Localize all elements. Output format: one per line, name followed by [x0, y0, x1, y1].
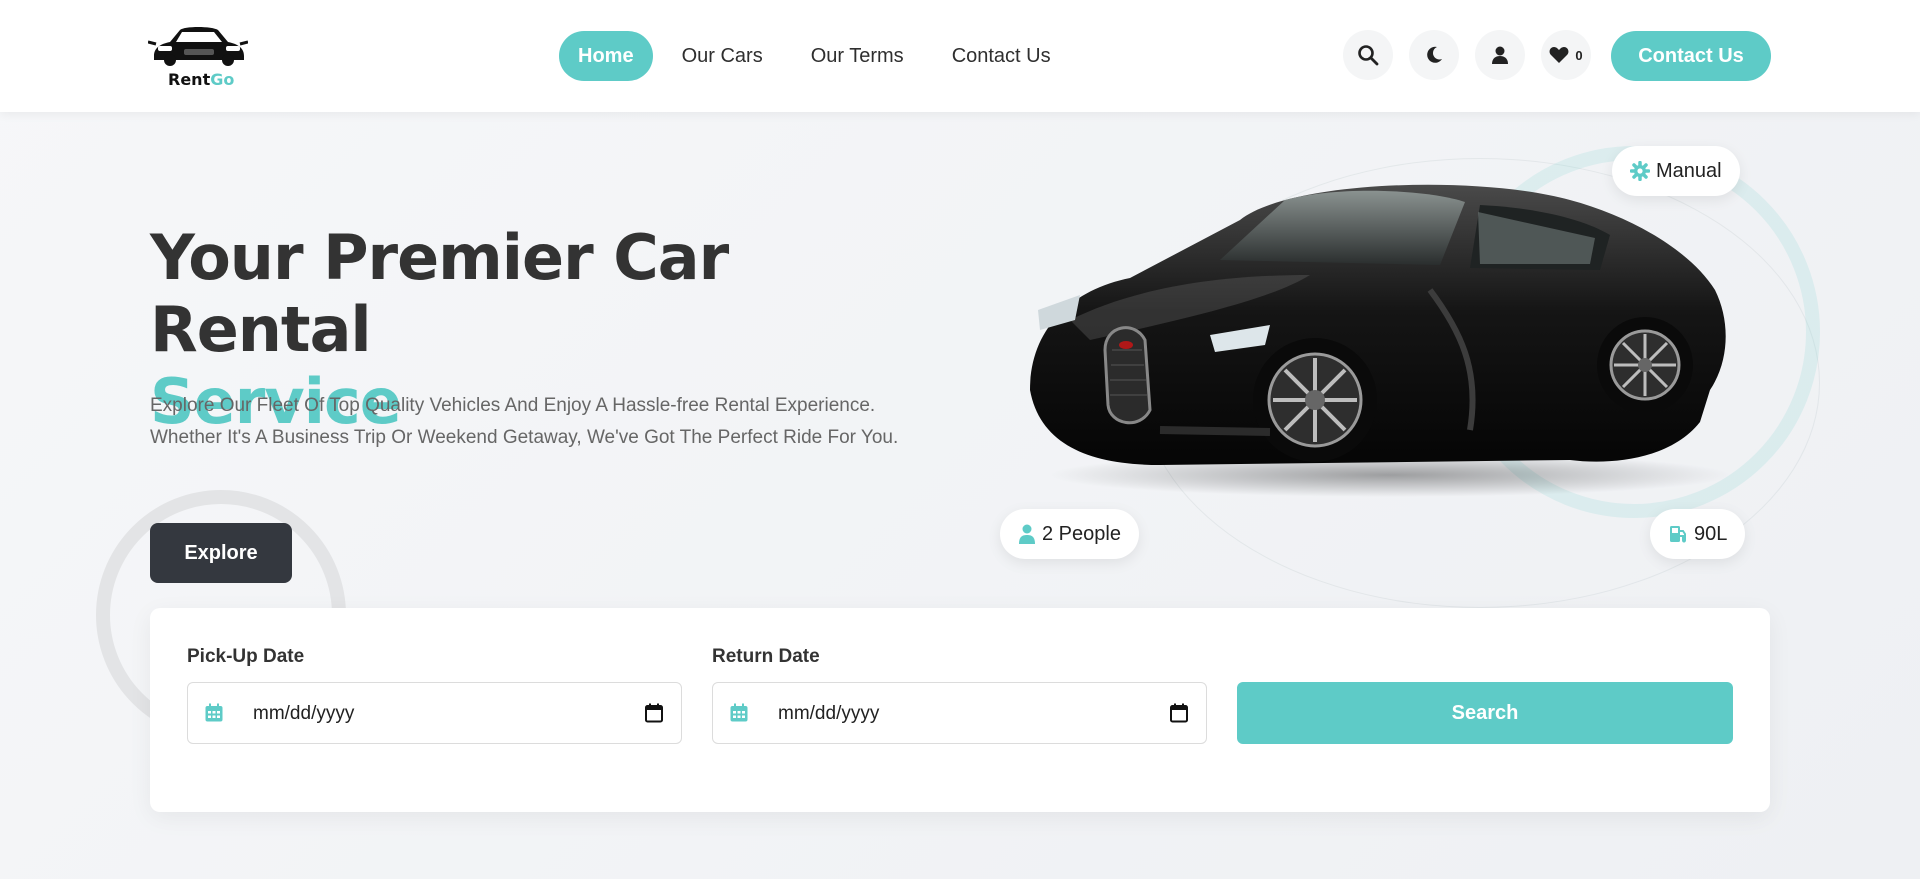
pickup-date-placeholder: mm/dd/yyyy	[253, 703, 355, 724]
return-date-input[interactable]: mm/dd/yyyy	[712, 682, 1207, 744]
gas-pump-icon	[1670, 526, 1686, 543]
transmission-badge: Manual	[1612, 146, 1740, 196]
theme-toggle-button[interactable]	[1409, 30, 1459, 80]
car-image	[1030, 184, 1730, 497]
navbar: RentGo Home Our Cars Our Terms Contact U…	[0, 0, 1920, 112]
fuel-badge: 90L	[1650, 509, 1746, 559]
wishlist-count: 0	[1575, 47, 1583, 63]
nav-contact-us[interactable]: Contact Us	[933, 31, 1070, 81]
explore-button[interactable]: Explore	[150, 523, 292, 583]
brand-logo[interactable]: RentGo	[148, 22, 248, 90]
account-button[interactable]	[1475, 30, 1525, 80]
search-icon	[1358, 45, 1379, 66]
pickup-date-input[interactable]: mm/dd/yyyy	[187, 682, 682, 744]
calendar-icon	[205, 703, 223, 722]
capacity-value: 2 People	[1042, 522, 1121, 545]
main-nav: Home Our Cars Our Terms Contact Us	[559, 31, 1070, 81]
nav-home[interactable]: Home	[559, 31, 653, 81]
hero-description: Explore Our Fleet Of Top Quality Vehicle…	[150, 395, 899, 448]
search-button[interactable]: Search	[1237, 682, 1733, 744]
nav-our-terms[interactable]: Our Terms	[792, 31, 923, 81]
wishlist-button[interactable]: 0	[1541, 30, 1591, 80]
car-logo-icon	[148, 27, 248, 66]
moon-icon	[1427, 46, 1442, 63]
pickup-date-label: Pick-Up Date	[187, 646, 305, 667]
heart-icon	[1549, 47, 1569, 63]
nav-our-cars[interactable]: Our Cars	[663, 31, 782, 81]
contact-us-button[interactable]: Contact Us	[1611, 31, 1771, 81]
return-date-label: Return Date	[712, 646, 820, 667]
transmission-value: Manual	[1656, 159, 1722, 182]
gear-icon	[1630, 161, 1650, 181]
search-button[interactable]	[1343, 30, 1393, 80]
hero-title-line1: Your Premier Car Rental	[150, 221, 729, 366]
person-icon	[1019, 524, 1035, 544]
date-picker-icon[interactable]	[645, 703, 663, 723]
user-icon	[1492, 46, 1508, 64]
nav-icon-group: 0	[1343, 30, 1591, 80]
return-date-placeholder: mm/dd/yyyy	[778, 703, 880, 724]
booking-form: Pick-Up Date mm/dd/yyyy Return Date mm/d…	[150, 608, 1770, 812]
brand-name: RentGo	[168, 70, 235, 89]
date-picker-icon[interactable]	[1170, 703, 1188, 723]
calendar-icon	[730, 703, 748, 722]
fuel-value: 90L	[1694, 522, 1728, 545]
capacity-badge: 2 People	[1000, 509, 1139, 559]
